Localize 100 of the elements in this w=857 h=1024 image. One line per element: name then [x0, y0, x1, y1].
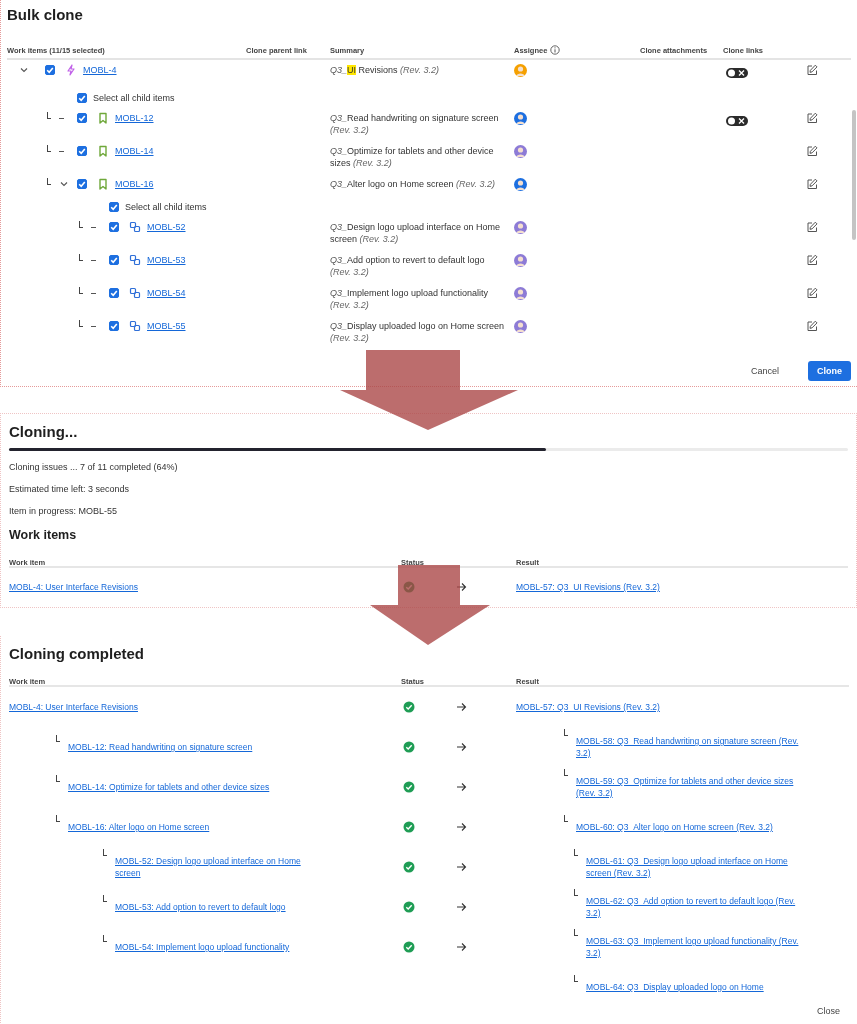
edit-icon[interactable]: [806, 320, 818, 332]
right-arrow-icon: [456, 822, 467, 832]
checkbox[interactable]: [109, 201, 119, 212]
tree-connector: [103, 849, 107, 856]
right-arrow-icon: [456, 742, 467, 752]
result-link[interactable]: MOBL-60: Q3_Alter logo on Home screen (Rev. 3.2): [576, 821, 773, 833]
panel-title: Cloning completed: [9, 644, 145, 664]
bookmark-icon: [97, 178, 109, 190]
subtask-icon: [129, 320, 141, 332]
right-arrow-icon: [456, 862, 467, 872]
work-item-link[interactable]: MOBL-55: [147, 321, 186, 331]
subtask-icon: [129, 287, 141, 299]
tree-connector: [103, 895, 107, 902]
work-item-link[interactable]: MOBL-52: [147, 222, 186, 232]
tree-connector: [564, 815, 568, 822]
cancel-button[interactable]: Cancel: [741, 361, 788, 381]
checkbox[interactable]: [45, 65, 55, 75]
dash-mark: [59, 150, 64, 152]
work-item-link[interactable]: MOBL-52: Design logo upload interface on Home screen: [115, 855, 321, 879]
work-item-link[interactable]: MOBL-4: User Interface Revisions: [9, 701, 138, 713]
edit-icon[interactable]: [806, 287, 818, 299]
work-item-link[interactable]: MOBL-14: [115, 146, 154, 156]
status-text: Cloning issues ... 7 of 11 completed (64%): [9, 461, 179, 473]
checkbox[interactable]: [109, 222, 119, 232]
work-item-link[interactable]: MOBL-4: [83, 65, 117, 75]
section-title: Work items: [9, 527, 78, 543]
summary-text: Q3_Alter logo on Home screen (Rev. 3.2): [330, 178, 496, 190]
result-link[interactable]: MOBL-64: Q3_Display uploaded logo on Home: [586, 981, 764, 993]
subtask-icon: [129, 254, 141, 266]
work-item-link[interactable]: MOBL-12: [115, 113, 154, 123]
work-item-link[interactable]: MOBL-16: Alter logo on Home screen: [68, 821, 210, 833]
tree-connector: [574, 929, 578, 936]
dash-mark: [91, 325, 96, 327]
checkbox[interactable]: [109, 321, 119, 331]
checkbox[interactable]: [77, 92, 87, 103]
right-arrow-icon: [456, 702, 467, 712]
result-link[interactable]: MOBL-59: Q3_Optimize for tablets and other device sizes (Rev. 3.2): [576, 775, 811, 799]
right-arrow-icon: [456, 942, 467, 952]
work-item-link[interactable]: MOBL-16: [115, 179, 154, 189]
checkbox[interactable]: [77, 146, 87, 156]
summary-text: Q3_Implement logo upload functionality (Rev. 3.2): [330, 287, 490, 311]
tree-connector: [79, 253, 83, 261]
tree-connector: [56, 735, 60, 742]
tree-connector: [564, 729, 568, 736]
result-link[interactable]: MOBL-57: Q3_UI Revisions (Rev. 3.2): [516, 701, 660, 713]
toggle-switch[interactable]: [726, 68, 748, 78]
dash-mark: [91, 292, 96, 294]
work-item-link[interactable]: MOBL-53: Add option to revert to default logo: [115, 901, 286, 913]
work-item-link[interactable]: MOBL-4: User Interface Revisions: [9, 581, 138, 593]
work-item-link[interactable]: MOBL-14: Optimize for tablets and other device sizes: [68, 781, 270, 793]
result-link[interactable]: MOBL-61: Q3_Design logo upload interface on Home screen (Rev. 3.2): [586, 855, 811, 879]
clone-button[interactable]: Clone: [808, 361, 851, 381]
result-link[interactable]: MOBL-58: Q3_Read handwriting on signature screen (Rev. 3.2): [576, 735, 811, 759]
summary-text: Q3_Add option to revert to default logo (Rev. 3.2): [330, 254, 486, 278]
work-item-link[interactable]: MOBL-54: Implement logo upload functionality: [115, 941, 290, 953]
dash-mark: [91, 259, 96, 261]
work-item-link[interactable]: MOBL-53: [147, 255, 186, 265]
summary-text: Q3_Read handwriting on signature screen (Rev. 3.2): [330, 112, 500, 136]
checkbox-label: Select all child items: [125, 201, 207, 212]
edit-icon[interactable]: [806, 254, 818, 266]
work-item-link[interactable]: MOBL-12: Read handwriting on signature screen: [68, 741, 253, 753]
dash-mark: [91, 226, 96, 228]
checkbox[interactable]: [109, 255, 119, 265]
chevron-icon[interactable]: [19, 65, 29, 75]
checkbox[interactable]: [109, 288, 119, 298]
status-text: Item in progress: MOBL-55: [9, 505, 119, 517]
dialog-title: Bulk clone: [7, 5, 84, 25]
edit-icon[interactable]: [806, 112, 818, 124]
checkbox-label: Select all child items: [93, 92, 175, 103]
toggle-switch[interactable]: [726, 116, 748, 126]
right-arrow-icon: [456, 782, 467, 792]
result-link[interactable]: MOBL-57: Q3_UI Revisions (Rev. 3.2): [516, 581, 660, 593]
summary-text: Q3_Design logo upload interface on Home screen (Rev. 3.2): [330, 221, 502, 245]
bookmark-icon: [97, 145, 109, 157]
result-link[interactable]: MOBL-62: Q3_Add option to revert to default logo (Rev. 3.2): [586, 895, 811, 919]
tree-connector: [47, 144, 51, 152]
tree-connector: [47, 111, 51, 119]
scrollbar-thumb[interactable]: [852, 110, 856, 240]
tree-connector: [103, 935, 107, 942]
tree-connector: [79, 319, 83, 327]
edit-icon[interactable]: [806, 145, 818, 157]
right-arrow-icon: [456, 902, 467, 912]
close-button[interactable]: Close: [808, 1001, 849, 1021]
edit-icon[interactable]: [806, 221, 818, 233]
result-link[interactable]: MOBL-63: Q3_Implement logo upload functionality (Rev. 3.2): [586, 935, 811, 959]
tree-connector: [56, 775, 60, 782]
panel-title: Cloning...: [9, 422, 79, 442]
summary-text: Q3_Optimize for tablets and other device sizes (Rev. 3.2): [330, 145, 495, 169]
edit-icon[interactable]: [806, 178, 818, 190]
dash-mark: [59, 117, 64, 119]
info-icon: [550, 45, 561, 55]
tree-connector: [564, 769, 568, 776]
checkbox[interactable]: [77, 179, 87, 189]
work-item-link[interactable]: MOBL-54: [147, 288, 186, 298]
chevron-icon[interactable]: [59, 179, 69, 189]
bookmark-icon: [97, 112, 109, 124]
tree-connector: [79, 220, 83, 228]
tree-connector: [574, 975, 578, 982]
edit-icon[interactable]: [806, 64, 818, 76]
checkbox[interactable]: [77, 113, 87, 123]
